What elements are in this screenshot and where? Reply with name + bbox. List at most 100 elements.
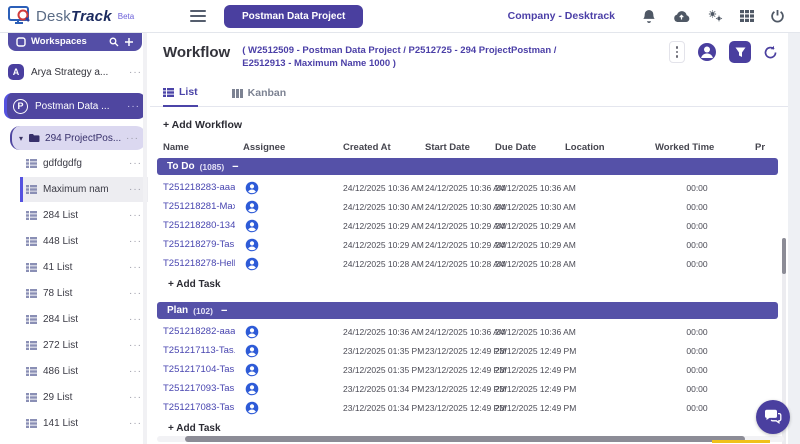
- assignee-avatar-icon[interactable]: [235, 325, 335, 339]
- table-row[interactable]: T251217113-Tas... 23/12/2025 01:35 PM 23…: [155, 341, 780, 360]
- logout-power-icon[interactable]: [771, 9, 784, 23]
- table-row[interactable]: T251218282-aaa 24/12/2025 10:36 AM 24/12…: [155, 322, 780, 341]
- list-grid-icon: [26, 159, 37, 168]
- menu-toggle-icon[interactable]: [190, 10, 206, 22]
- task-link[interactable]: T251217104-Tas...: [155, 364, 235, 375]
- more-options-icon[interactable]: ···: [129, 158, 142, 169]
- assignee-avatar-icon[interactable]: [235, 363, 335, 377]
- more-options-icon[interactable]: ···: [129, 262, 142, 273]
- assignee-avatar-icon[interactable]: [235, 200, 335, 214]
- more-options-icon[interactable]: ···: [127, 101, 140, 112]
- sidebar-list-item[interactable]: 78 List ···: [20, 281, 148, 306]
- table-row[interactable]: T251218283-aaaa 24/12/2025 10:36 AM 24/1…: [155, 178, 780, 197]
- table-row[interactable]: T251217093-Tas... 23/12/2025 01:34 PM 23…: [155, 379, 780, 398]
- more-options-icon[interactable]: ···: [129, 314, 142, 325]
- workspace-item-postman-selected[interactable]: P Postman Data ... ···: [4, 93, 146, 119]
- more-options-icon[interactable]: ···: [129, 366, 142, 377]
- workspaces-header[interactable]: Workspaces: [8, 33, 142, 51]
- table-row[interactable]: T251218280-134... 24/12/2025 10:29 AM 24…: [155, 216, 780, 235]
- expand-caret-icon[interactable]: ▾: [19, 134, 23, 143]
- column-header[interactable]: Due Date: [487, 142, 557, 153]
- sidebar-list-item-selected[interactable]: Maximum nam ···: [20, 177, 148, 202]
- cloud-sync-icon[interactable]: [673, 10, 690, 23]
- assignee-avatar-icon[interactable]: [235, 181, 335, 195]
- project-folder-item[interactable]: ▾ 294 ProjectPos... ···: [10, 126, 146, 150]
- company-name[interactable]: Company - Desktrack: [508, 10, 615, 22]
- assignee-filter-avatar-icon[interactable]: [697, 42, 717, 62]
- collapse-section-icon[interactable]: −: [232, 161, 238, 173]
- table-row[interactable]: T251218278-Hell... 24/12/2025 10:28 AM 2…: [155, 254, 780, 273]
- refresh-icon[interactable]: [763, 45, 778, 60]
- chat-support-button[interactable]: [756, 400, 790, 434]
- notifications-bell-icon[interactable]: [642, 9, 656, 24]
- tab-kanban[interactable]: Kanban: [231, 87, 286, 106]
- assignee-avatar-icon[interactable]: [235, 238, 335, 252]
- sidebar-list-item[interactable]: 284 List ···: [20, 203, 148, 228]
- sidebar-list-item[interactable]: 41 List ···: [20, 255, 148, 280]
- sidebar-list-item[interactable]: 272 List ···: [20, 333, 148, 358]
- horizontal-scrollbar-thumb[interactable]: [185, 436, 745, 442]
- more-options-icon[interactable]: ···: [129, 210, 142, 221]
- add-workspace-plus-icon[interactable]: [124, 37, 134, 47]
- workspace-item-arya[interactable]: A Arya Strategy a... ···: [0, 60, 150, 84]
- sidebar-scrollbar[interactable]: [143, 33, 147, 444]
- add-workflow-button[interactable]: + Add Workflow: [150, 107, 260, 137]
- sidebar-list-item[interactable]: 284 List ···: [20, 307, 148, 332]
- task-link[interactable]: T251218283-aaaa: [155, 182, 235, 193]
- sidebar-list-item[interactable]: 173 List···: [20, 437, 148, 444]
- sidebar-list-item[interactable]: 448 List ···: [20, 229, 148, 254]
- task-link[interactable]: T251218281-Max...: [155, 201, 235, 212]
- task-link[interactable]: T251218282-aaa: [155, 326, 235, 337]
- task-link[interactable]: T251218279-Tas...: [155, 239, 235, 250]
- column-header[interactable]: Location: [557, 142, 647, 153]
- add-task-button[interactable]: + Add Task: [155, 273, 245, 295]
- search-icon[interactable]: [109, 37, 119, 47]
- assignee-avatar-icon[interactable]: [235, 382, 335, 396]
- assignee-avatar-icon[interactable]: [235, 257, 335, 271]
- sidebar-list-item[interactable]: 486 List ···: [20, 359, 148, 384]
- column-header[interactable]: Worked Time: [647, 142, 747, 153]
- more-options-icon[interactable]: ···: [129, 392, 142, 403]
- more-options-icon[interactable]: ···: [129, 236, 142, 247]
- section-header-plan[interactable]: Plan (102) −: [157, 302, 778, 319]
- column-header[interactable]: Pr: [747, 142, 780, 153]
- more-actions-kebab-icon[interactable]: [669, 41, 685, 63]
- more-options-icon[interactable]: ···: [129, 340, 142, 351]
- more-options-icon[interactable]: ···: [126, 133, 139, 144]
- list-grid-icon: [26, 263, 37, 272]
- task-link[interactable]: T251217113-Tas...: [155, 345, 235, 356]
- more-options-icon[interactable]: ···: [129, 418, 142, 429]
- section-header-todo[interactable]: To Do (1085) −: [157, 158, 778, 175]
- more-options-icon[interactable]: ···: [129, 67, 142, 78]
- current-project-button[interactable]: Postman Data Project: [224, 4, 364, 28]
- app-name: DeskTrack: [36, 7, 112, 25]
- column-header[interactable]: Start Date: [417, 142, 487, 153]
- task-link[interactable]: T251218278-Hell...: [155, 258, 235, 269]
- column-header[interactable]: Assignee: [235, 142, 335, 153]
- table-row[interactable]: T251218281-Max... 24/12/2025 10:30 AM 24…: [155, 197, 780, 216]
- table-row[interactable]: T251218279-Tas... 24/12/2025 10:29 AM 24…: [155, 235, 780, 254]
- apps-grid-icon[interactable]: [740, 10, 754, 22]
- tab-list[interactable]: List: [163, 86, 198, 107]
- sidebar-list-item[interactable]: 141 List ···: [20, 411, 148, 436]
- column-header[interactable]: Created At: [335, 142, 417, 153]
- table-row[interactable]: T251217083-Tas... 23/12/2025 01:34 PM 23…: [155, 398, 780, 417]
- vertical-scrollbar-thumb[interactable]: [782, 238, 786, 274]
- more-options-icon[interactable]: ···: [129, 184, 142, 195]
- assignee-avatar-icon[interactable]: [235, 344, 335, 358]
- filter-funnel-button[interactable]: [729, 41, 751, 63]
- horizontal-scrollbar[interactable]: [157, 436, 784, 442]
- desktrack-logo-icon: [8, 6, 32, 26]
- services-gears-icon[interactable]: [707, 9, 723, 23]
- collapse-section-icon[interactable]: −: [221, 305, 227, 317]
- task-link[interactable]: T251217083-Tas...: [155, 402, 235, 413]
- sidebar-list-item[interactable]: 29 List ···: [20, 385, 148, 410]
- more-options-icon[interactable]: ···: [129, 288, 142, 299]
- column-header[interactable]: Name: [155, 142, 235, 153]
- task-link[interactable]: T251218280-134...: [155, 220, 235, 231]
- assignee-avatar-icon[interactable]: [235, 401, 335, 415]
- task-link[interactable]: T251217093-Tas...: [155, 383, 235, 394]
- sidebar-list-item[interactable]: gdfdgdfg ···: [20, 151, 148, 176]
- assignee-avatar-icon[interactable]: [235, 219, 335, 233]
- table-row[interactable]: T251217104-Tas... 23/12/2025 01:35 PM 23…: [155, 360, 780, 379]
